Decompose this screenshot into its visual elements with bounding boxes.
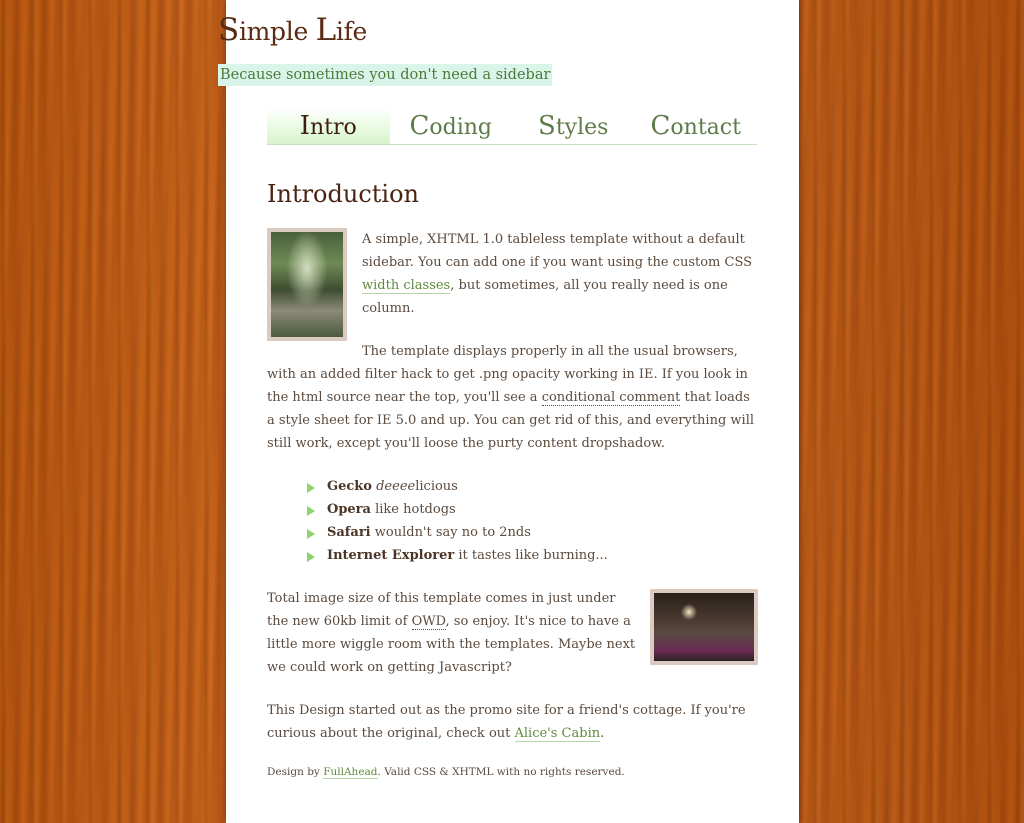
footer-suffix: . Valid CSS & XHTML with no rights reser…	[377, 766, 625, 778]
tab-styles-label: tyles	[555, 115, 609, 140]
browser-name: Gecko	[327, 479, 372, 494]
site-title-part-1: imple	[238, 17, 316, 46]
browser-list: Gecko deeeelicious Opera like hotdogs Sa…	[267, 475, 758, 567]
browser-note: like hotdogs	[370, 502, 456, 517]
owd-abbr[interactable]: OWD	[411, 614, 446, 630]
site-title-part-2: ife	[335, 17, 368, 46]
bullet-icon	[307, 483, 315, 493]
tab-coding-label: oding	[429, 115, 493, 140]
browser-paragraph: The template displays properly in all th…	[267, 340, 758, 455]
tab-contact-label: ontact	[670, 115, 741, 140]
list-item: Opera like hotdogs	[307, 498, 758, 521]
browser-emphasis: deeee	[376, 479, 416, 494]
origin-paragraph: This Design started out as the promo sit…	[267, 699, 758, 745]
alices-cabin-link[interactable]: Alice's Cabin	[514, 726, 601, 742]
footer: Design by FullAhead. Valid CSS & XHTML w…	[267, 766, 625, 779]
tagline: Because sometimes you don't need a sideb…	[218, 64, 553, 86]
tab-coding-initial: C	[409, 111, 430, 141]
tab-contact[interactable]: Contact	[635, 108, 758, 144]
browser-name: Internet Explorer	[327, 548, 455, 563]
fullahead-link[interactable]: FullAhead	[323, 766, 378, 779]
intro-text-a: A simple, XHTML 1.0 tableless template w…	[362, 232, 753, 270]
browser-name: Safari	[327, 525, 371, 540]
site-title-initial-l: L	[315, 12, 337, 48]
forest-stream-photo	[267, 228, 347, 341]
browser-note: it tastes like burning...	[454, 548, 608, 563]
tab-styles[interactable]: Styles	[512, 108, 635, 144]
main-nav: Intro Coding Styles Contact	[267, 108, 757, 145]
tab-coding[interactable]: Coding	[390, 108, 513, 144]
bullet-icon	[307, 552, 315, 562]
browser-note: wouldn't say no to 2nds	[370, 525, 531, 540]
browser-note: licious	[415, 479, 458, 494]
cabin-interior-photo	[650, 589, 758, 665]
page-heading: Introduction	[267, 180, 419, 208]
list-item: Safari wouldn't say no to 2nds	[307, 521, 758, 544]
origin-text-a: This Design started out as the promo sit…	[267, 703, 746, 741]
list-item: Gecko deeeelicious	[307, 475, 758, 498]
main-content: Introduction A simple, XHTML 1.0 tablele…	[267, 176, 758, 765]
list-item: Internet Explorer it tastes like burning…	[307, 544, 758, 567]
footer-prefix: Design by	[267, 766, 324, 778]
origin-text-b: .	[600, 726, 605, 741]
bullet-icon	[307, 506, 315, 516]
tab-contact-initial: C	[650, 111, 671, 141]
tab-intro[interactable]: Intro	[267, 108, 390, 144]
conditional-comment-term[interactable]: conditional comment	[541, 390, 681, 406]
bullet-icon	[307, 529, 315, 539]
tab-intro-initial: I	[299, 111, 310, 141]
tab-styles-initial: S	[538, 111, 556, 141]
width-classes-link[interactable]: width classes	[362, 278, 451, 294]
site-title-initial-s: S	[218, 12, 239, 48]
tab-intro-label: ntro	[310, 115, 357, 140]
browser-name: Opera	[327, 502, 371, 517]
site-title[interactable]: Simple Life	[218, 12, 367, 48]
